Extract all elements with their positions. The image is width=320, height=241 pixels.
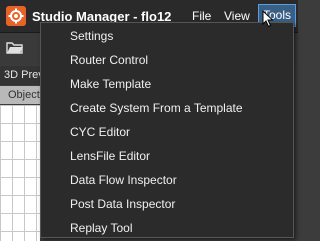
app-logo-icon bbox=[6, 6, 26, 26]
panel-tab-3d-preview[interactable]: 3D Preview bbox=[0, 66, 44, 85]
menu-item-replay-tool[interactable]: Replay Tool bbox=[70, 221, 132, 235]
menu-item-cyc-editor[interactable]: CYC Editor bbox=[70, 125, 130, 139]
menu-view[interactable]: View bbox=[224, 9, 250, 23]
object-grid bbox=[0, 105, 40, 241]
menu-file[interactable]: File bbox=[192, 9, 211, 23]
menu-item-settings[interactable]: Settings bbox=[70, 29, 113, 43]
menu-item-create-system-from-template[interactable]: Create System From a Template bbox=[70, 101, 243, 115]
folder-open-icon[interactable] bbox=[6, 41, 24, 60]
tools-dropdown-menu: Settings Router Control Make Template Cr… bbox=[40, 22, 294, 238]
menu-item-post-data-inspector[interactable]: Post Data Inspector bbox=[70, 197, 175, 211]
mouse-pointer-icon bbox=[262, 9, 274, 33]
menu-item-data-flow-inspector[interactable]: Data Flow Inspector bbox=[70, 173, 177, 187]
menu-item-lensfile-editor[interactable]: LensFile Editor bbox=[70, 149, 150, 163]
menu-item-router-control[interactable]: Router Control bbox=[70, 53, 148, 67]
menu-item-make-template[interactable]: Make Template bbox=[70, 77, 151, 91]
